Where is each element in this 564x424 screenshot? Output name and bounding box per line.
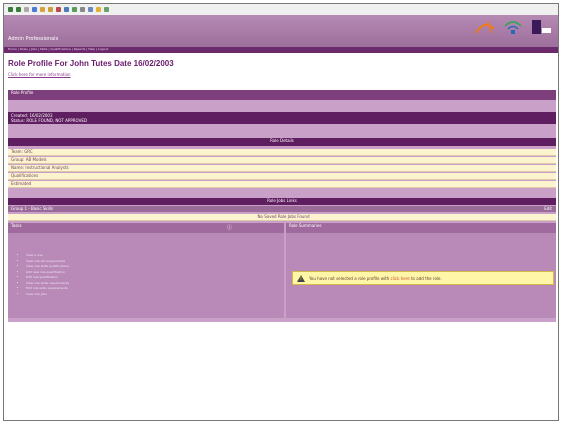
favorites-icon[interactable] <box>56 7 61 12</box>
list-item[interactable]: Edit role skills requirements <box>26 286 69 290</box>
tasks-heading: Tasks ⓘ <box>8 223 284 233</box>
browser-toolbar <box>4 4 558 15</box>
browser-window: Admin Professionals Home | Roles | Jobs … <box>3 3 559 421</box>
edit-icon[interactable] <box>88 7 93 12</box>
messenger-icon[interactable] <box>104 7 109 12</box>
summaries-column: Role Summaries ! You have not selected a… <box>286 223 556 318</box>
role-profile-panel: Role Profile Created: 16/02/2003 Status:… <box>8 90 556 322</box>
task-list: View a role View role job assignments Vi… <box>26 253 69 297</box>
partner-logos <box>474 19 552 35</box>
top-navbar[interactable]: Home | Roles | Jobs | Skills | Qualifica… <box>4 47 558 53</box>
tasks-column: Tasks ⓘ View a role View role job assign… <box>8 223 284 318</box>
role-jobs-header: Role Jobs Links <box>8 198 556 205</box>
mail-icon[interactable] <box>72 7 77 12</box>
site-header: Admin Professionals <box>4 15 558 47</box>
search-icon[interactable] <box>48 7 53 12</box>
section-title: Role Profile <box>8 90 556 100</box>
print-icon[interactable] <box>80 7 85 12</box>
list-item[interactable]: View role jobs <box>26 292 69 296</box>
home-icon[interactable] <box>40 7 45 12</box>
forward-icon[interactable] <box>16 7 21 12</box>
role-details-header: Role Details <box>8 138 556 146</box>
no-jobs-row: No Saved Role Jobs Found <box>8 214 556 221</box>
warning-message: You have not selected a role profile wit… <box>309 275 442 281</box>
list-item[interactable]: View role skills qualifications <box>26 264 69 268</box>
detail-row-name: Name: Instructional Analysts <box>8 165 556 172</box>
info-link[interactable]: Click here for more information <box>8 72 554 77</box>
jobs-row-label: Group 1 - Basic Skills <box>11 206 54 211</box>
detail-row-team: Team: GRC <box>8 149 556 156</box>
role-detail-block: Created: 16/02/2003 Status: ROLE FOUND, … <box>8 112 556 124</box>
detail-row-estimated: Estimated <box>8 181 556 188</box>
purple-figure-logo <box>532 20 551 34</box>
site-brand: Admin Professionals <box>8 36 59 42</box>
warning-icon: ! <box>297 274 305 282</box>
refresh-icon[interactable] <box>32 7 37 12</box>
detail-row-qualifications: Qualifications <box>8 173 556 180</box>
jobs-row[interactable]: Group 1 - Basic Skills Edit <box>8 206 556 212</box>
green-wifi-logo <box>504 21 522 34</box>
list-item[interactable]: Edit role qualification <box>26 275 69 279</box>
jobs-edit-link[interactable]: Edit <box>544 206 556 212</box>
list-item[interactable]: View a role <box>26 253 69 257</box>
back-icon[interactable] <box>8 7 13 12</box>
page-title: Role Profile For John Tutes Date 16/02/2… <box>8 59 174 68</box>
history-icon[interactable] <box>64 7 69 12</box>
list-item[interactable]: Add new role qualification <box>26 270 69 274</box>
orange-swirl-logo <box>475 20 495 34</box>
stop-icon[interactable] <box>24 7 29 12</box>
status-text: Status: ROLE FOUND, NOT APPROVED <box>11 118 87 123</box>
list-item[interactable]: View role skills requirements <box>26 281 69 285</box>
folder-icon[interactable] <box>96 7 101 12</box>
warning-box: ! You have not selected a role profile w… <box>292 271 554 285</box>
warning-link[interactable]: click here <box>390 276 409 281</box>
info-icon[interactable]: ⓘ <box>227 224 232 231</box>
detail-row-group: Group: AB Models <box>8 157 556 164</box>
summaries-heading: Role Summaries <box>286 223 556 233</box>
list-item[interactable]: View role job assignments <box>26 259 69 263</box>
